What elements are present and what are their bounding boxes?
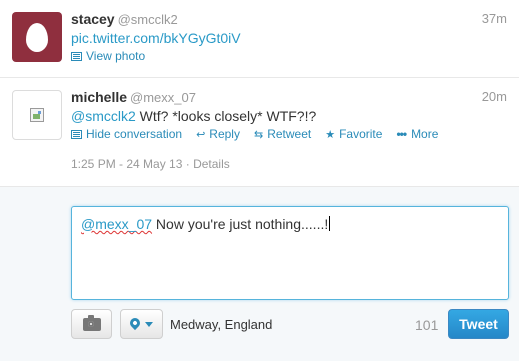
reply-textarea[interactable]: @mexx_07 Now you're just nothing......! xyxy=(71,206,509,300)
camera-icon xyxy=(82,314,101,331)
view-photo-label: View photo xyxy=(86,49,146,63)
broken-image-icon xyxy=(30,108,44,122)
tweet-meta: 1:25 PM - 24 May 13 · Details xyxy=(71,155,507,173)
reply-icon: ↩ xyxy=(196,128,206,141)
timestamp[interactable]: 20m xyxy=(482,88,507,106)
more-dots-icon: ••• xyxy=(396,127,407,141)
reply-label: Reply xyxy=(209,127,240,141)
reply-button[interactable]: ↩ Reply xyxy=(196,127,240,141)
text-cursor xyxy=(329,216,331,231)
tweet-header: stacey @smcclk2 37m xyxy=(71,10,507,28)
tweet-actions: Hide conversation ↩ Reply ⇆ Retweet ★ Fa… xyxy=(71,125,507,143)
egg-icon xyxy=(26,22,48,52)
tweet-text: @smcclk2 Wtf? *looks closely* WTF?!? xyxy=(71,107,507,125)
avatar[interactable] xyxy=(12,12,62,62)
username[interactable]: @mexx_07 xyxy=(130,90,196,105)
tweet-header: michelle @mexx_07 20m xyxy=(71,88,507,106)
tweet-stacey[interactable]: stacey @smcclk2 37m pic.twitter.com/bkYGy… xyxy=(0,0,519,78)
tweet-body: Wtf? *looks closely* WTF?!? xyxy=(135,108,317,124)
pic-link[interactable]: pic.twitter.com/bkYGyGt0iV xyxy=(71,30,241,46)
location-button[interactable] xyxy=(120,309,163,339)
retweet-icon: ⇆ xyxy=(253,128,264,141)
favorite-button[interactable]: ★ Favorite xyxy=(325,127,382,141)
reply-text: Now you're just nothing......! xyxy=(152,216,329,232)
hide-conversation-label: Hide conversation xyxy=(86,127,183,141)
timestamp[interactable]: 37m xyxy=(482,10,507,28)
favorite-label: Favorite xyxy=(339,127,383,141)
character-counter: 101 xyxy=(415,317,439,333)
tweet-date[interactable]: 1:25 PM - 24 May 13 xyxy=(71,157,182,171)
mention-link[interactable]: @smcclk2 xyxy=(71,108,136,124)
add-photo-button[interactable] xyxy=(71,309,112,339)
location-label[interactable]: Medway, England xyxy=(170,317,272,332)
reply-mention: @mexx_07 xyxy=(81,216,153,232)
photo-icon xyxy=(71,51,82,61)
location-pin-icon xyxy=(127,315,143,331)
meta-separator: · xyxy=(185,157,190,171)
tweet-michelle[interactable]: michelle @mexx_07 20m @smcclk2 Wtf? *look… xyxy=(0,78,519,186)
tweet-button[interactable]: Tweet xyxy=(448,309,509,339)
view-photo-link[interactable]: View photo xyxy=(71,49,145,63)
more-button[interactable]: ••• More xyxy=(396,127,438,141)
username[interactable]: @smcclk2 xyxy=(118,12,178,27)
conversation-icon xyxy=(71,129,82,139)
fullname[interactable]: stacey xyxy=(71,11,115,27)
more-label: More xyxy=(411,127,439,141)
avatar[interactable] xyxy=(12,90,62,140)
reply-composer: @mexx_07 Now you're just nothing......! … xyxy=(0,186,519,361)
star-icon: ★ xyxy=(325,128,336,141)
retweet-label: Retweet xyxy=(267,127,312,141)
retweet-button[interactable]: ⇆ Retweet xyxy=(254,127,311,141)
chevron-down-icon xyxy=(145,321,153,327)
hide-conversation-button[interactable]: Hide conversation xyxy=(71,127,182,141)
fullname[interactable]: michelle xyxy=(71,89,127,105)
details-link[interactable]: Details xyxy=(193,157,230,171)
